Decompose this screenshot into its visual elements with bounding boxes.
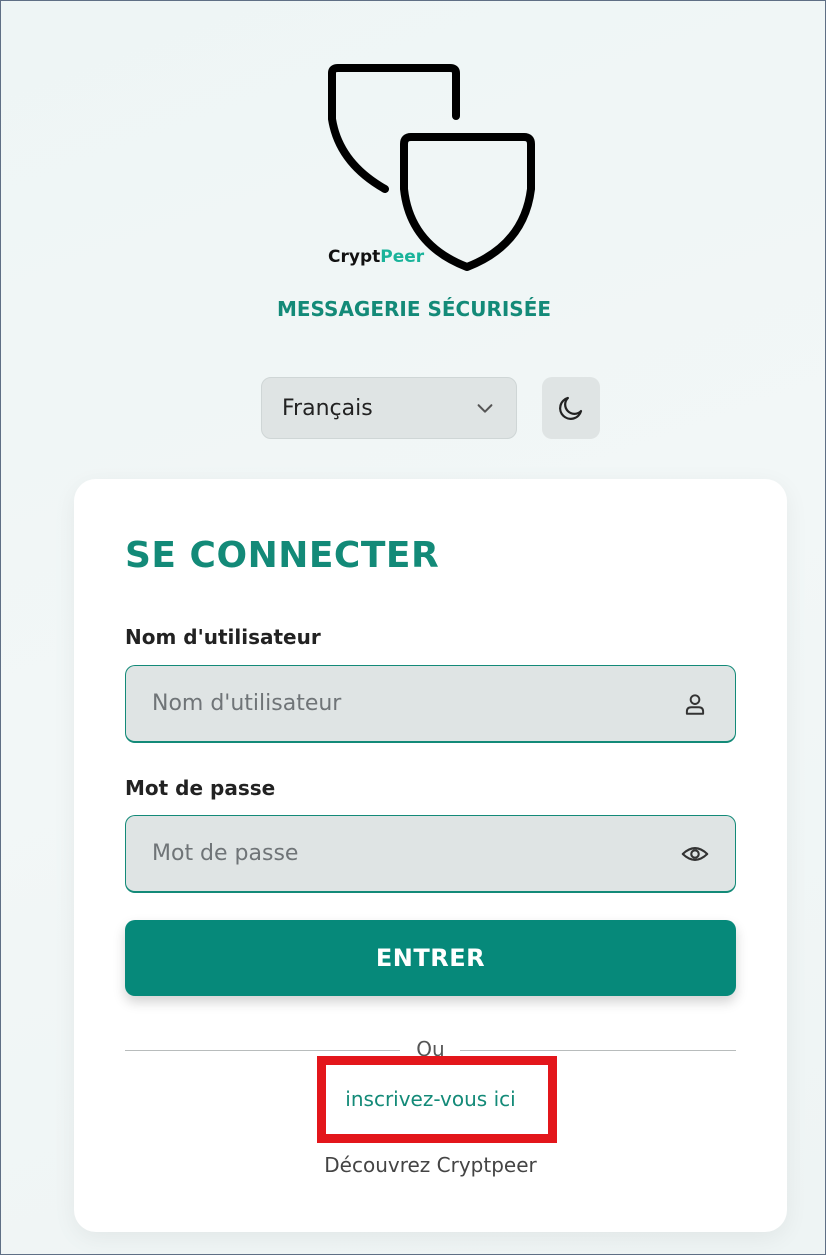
signup-link[interactable]: inscrivez-vous ici: [74, 1087, 787, 1111]
brand-name-part2: Peer: [380, 247, 425, 267]
password-field[interactable]: [125, 815, 736, 893]
double-shield-icon: [328, 64, 535, 271]
brand-name-part1: Crypt: [328, 247, 381, 267]
submit-button[interactable]: ENTRER: [125, 920, 736, 996]
language-select[interactable]: Français: [261, 377, 517, 439]
theme-toggle-button[interactable]: [542, 377, 600, 439]
username-label: Nom d'utilisateur: [125, 625, 321, 649]
password-input[interactable]: [152, 841, 681, 866]
language-select-value: Français: [282, 395, 373, 421]
tagline: MESSAGERIE SÉCURISÉE: [276, 297, 552, 321]
username-field[interactable]: [125, 665, 736, 743]
brand-name: CryptPeer: [328, 247, 424, 267]
password-label: Mot de passe: [125, 776, 276, 800]
eye-icon[interactable]: [681, 840, 709, 868]
login-card: SE CONNECTER Nom d'utilisateur Mot de pa…: [74, 479, 787, 1232]
discover-text: Découvrez Cryptpeer: [324, 1153, 537, 1177]
moon-icon: [559, 396, 583, 420]
login-title: SE CONNECTER: [125, 535, 440, 576]
chevron-down-icon: [477, 404, 493, 413]
user-icon: [681, 690, 709, 718]
username-input[interactable]: [152, 691, 681, 716]
